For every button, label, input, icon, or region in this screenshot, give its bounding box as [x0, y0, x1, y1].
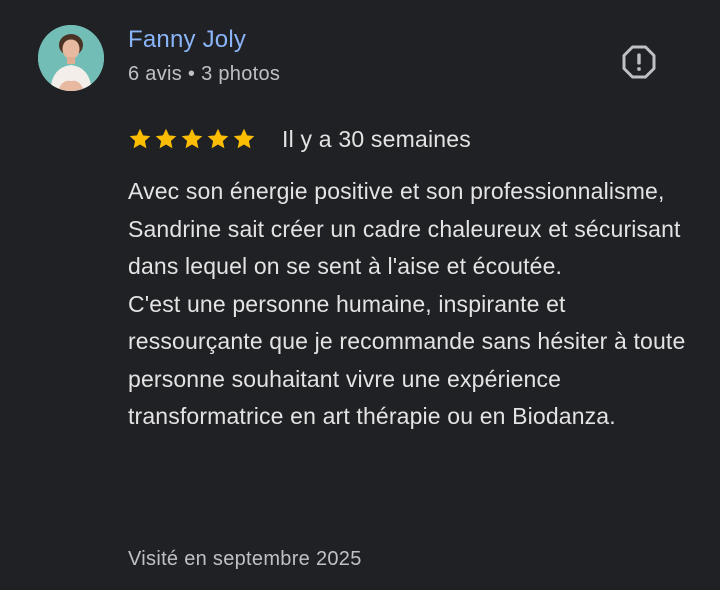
review-text: Avec son énergie positive et son profess… — [128, 178, 686, 429]
report-icon — [622, 45, 656, 79]
star-rating — [128, 127, 256, 151]
visit-date: Visité en septembre 2025 — [128, 548, 362, 570]
avatar-photo — [38, 25, 104, 91]
review-date: Il y a 30 semaines — [282, 125, 471, 152]
rating-row: Il y a 30 semaines — [128, 124, 471, 154]
star-icon — [155, 128, 177, 149]
reviewer-name[interactable]: Fanny Joly — [128, 26, 246, 54]
star-icon — [207, 128, 229, 149]
reviewer-meta: 6 avis • 3 photos — [128, 63, 280, 86]
star-icon — [181, 128, 203, 149]
report-review-button[interactable] — [617, 40, 661, 84]
meta-separator: • — [187, 63, 196, 85]
reviewer-avatar[interactable] — [38, 25, 104, 91]
photos-count: 3 photos — [201, 63, 281, 85]
reviews-count: 6 avis — [128, 63, 183, 85]
star-icon — [129, 128, 151, 149]
star-icon — [233, 128, 255, 149]
